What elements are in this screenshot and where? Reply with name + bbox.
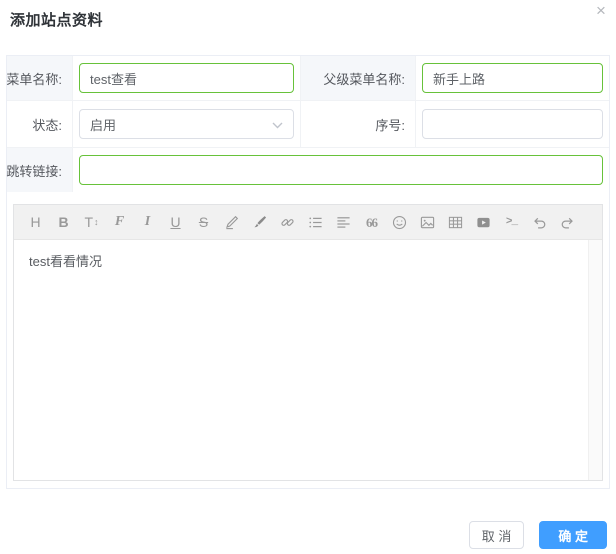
close-icon[interactable]: × — [590, 0, 612, 22]
dialog-header: 添加站点资料 × — [0, 0, 616, 55]
code-icon[interactable]: >_ — [502, 212, 521, 232]
jump-link-label: 跳转链接: — [6, 148, 72, 192]
emoticon-icon[interactable] — [390, 212, 409, 232]
menu-name-cell — [73, 56, 300, 100]
status-select-value: 启用 — [90, 117, 117, 133]
dialog-footer: 取 消 确 定 — [0, 489, 616, 549]
parent-menu-input[interactable] — [422, 63, 603, 93]
editor-toolbar: H B T ↕ F I U S 66 >_ — [14, 205, 602, 240]
bold-icon[interactable]: B — [54, 212, 73, 232]
status-cell: 启用 — [73, 101, 300, 147]
status-label: 状态: — [7, 101, 72, 147]
parent-menu-label: 父级菜单名称: — [301, 56, 415, 100]
cancel-button[interactable]: 取 消 — [468, 521, 525, 549]
video-icon[interactable] — [474, 212, 493, 232]
font-size-icon[interactable]: T ↕ — [82, 212, 101, 232]
redo-icon[interactable] — [558, 212, 577, 232]
parent-menu-cell — [416, 56, 609, 100]
add-site-dialog: 添加站点资料 × 菜单名称: 父级菜单名称: 状态: 启用 — [0, 0, 616, 554]
highlight-pen-icon[interactable] — [222, 212, 241, 232]
editor-content[interactable]: test看看情况 — [14, 240, 602, 480]
rich-text-editor: H B T ↕ F I U S 66 >_ test看看情况 — [13, 204, 603, 481]
editor-body: test看看情况 — [14, 240, 602, 480]
confirm-button[interactable]: 确 定 — [539, 521, 607, 549]
sort-order-input[interactable] — [422, 109, 603, 139]
link-icon[interactable] — [278, 212, 297, 232]
dialog-title: 添加站点资料 — [10, 12, 104, 29]
editor-scrollbar[interactable] — [588, 240, 602, 480]
image-icon[interactable] — [418, 212, 437, 232]
form: 菜单名称: 父级菜单名称: 状态: 启用 序号: — [6, 56, 609, 192]
dialog-body: 菜单名称: 父级菜单名称: 状态: 启用 序号: — [6, 55, 610, 489]
justify-icon[interactable] — [334, 212, 353, 232]
jump-link-cell — [73, 148, 609, 192]
jump-link-input[interactable] — [79, 155, 603, 185]
sort-order-label: 序号: — [301, 101, 415, 147]
heading-icon[interactable]: H — [26, 212, 45, 232]
menu-name-label: 菜单名称: — [6, 56, 72, 100]
unordered-list-icon[interactable] — [306, 212, 325, 232]
sort-order-cell — [416, 101, 609, 147]
undo-icon[interactable] — [530, 212, 549, 232]
text-color-brush-icon[interactable] — [250, 212, 269, 232]
quote-icon[interactable]: 66 — [362, 212, 381, 232]
menu-name-input[interactable] — [79, 63, 294, 93]
status-select[interactable]: 启用 — [79, 109, 294, 139]
underline-icon[interactable]: U — [166, 212, 185, 232]
table-icon[interactable] — [446, 212, 465, 232]
chevron-down-icon — [272, 117, 283, 132]
font-family-icon[interactable]: F — [110, 212, 129, 232]
strikethrough-icon[interactable]: S — [194, 212, 213, 232]
italic-icon[interactable]: I — [138, 212, 157, 232]
